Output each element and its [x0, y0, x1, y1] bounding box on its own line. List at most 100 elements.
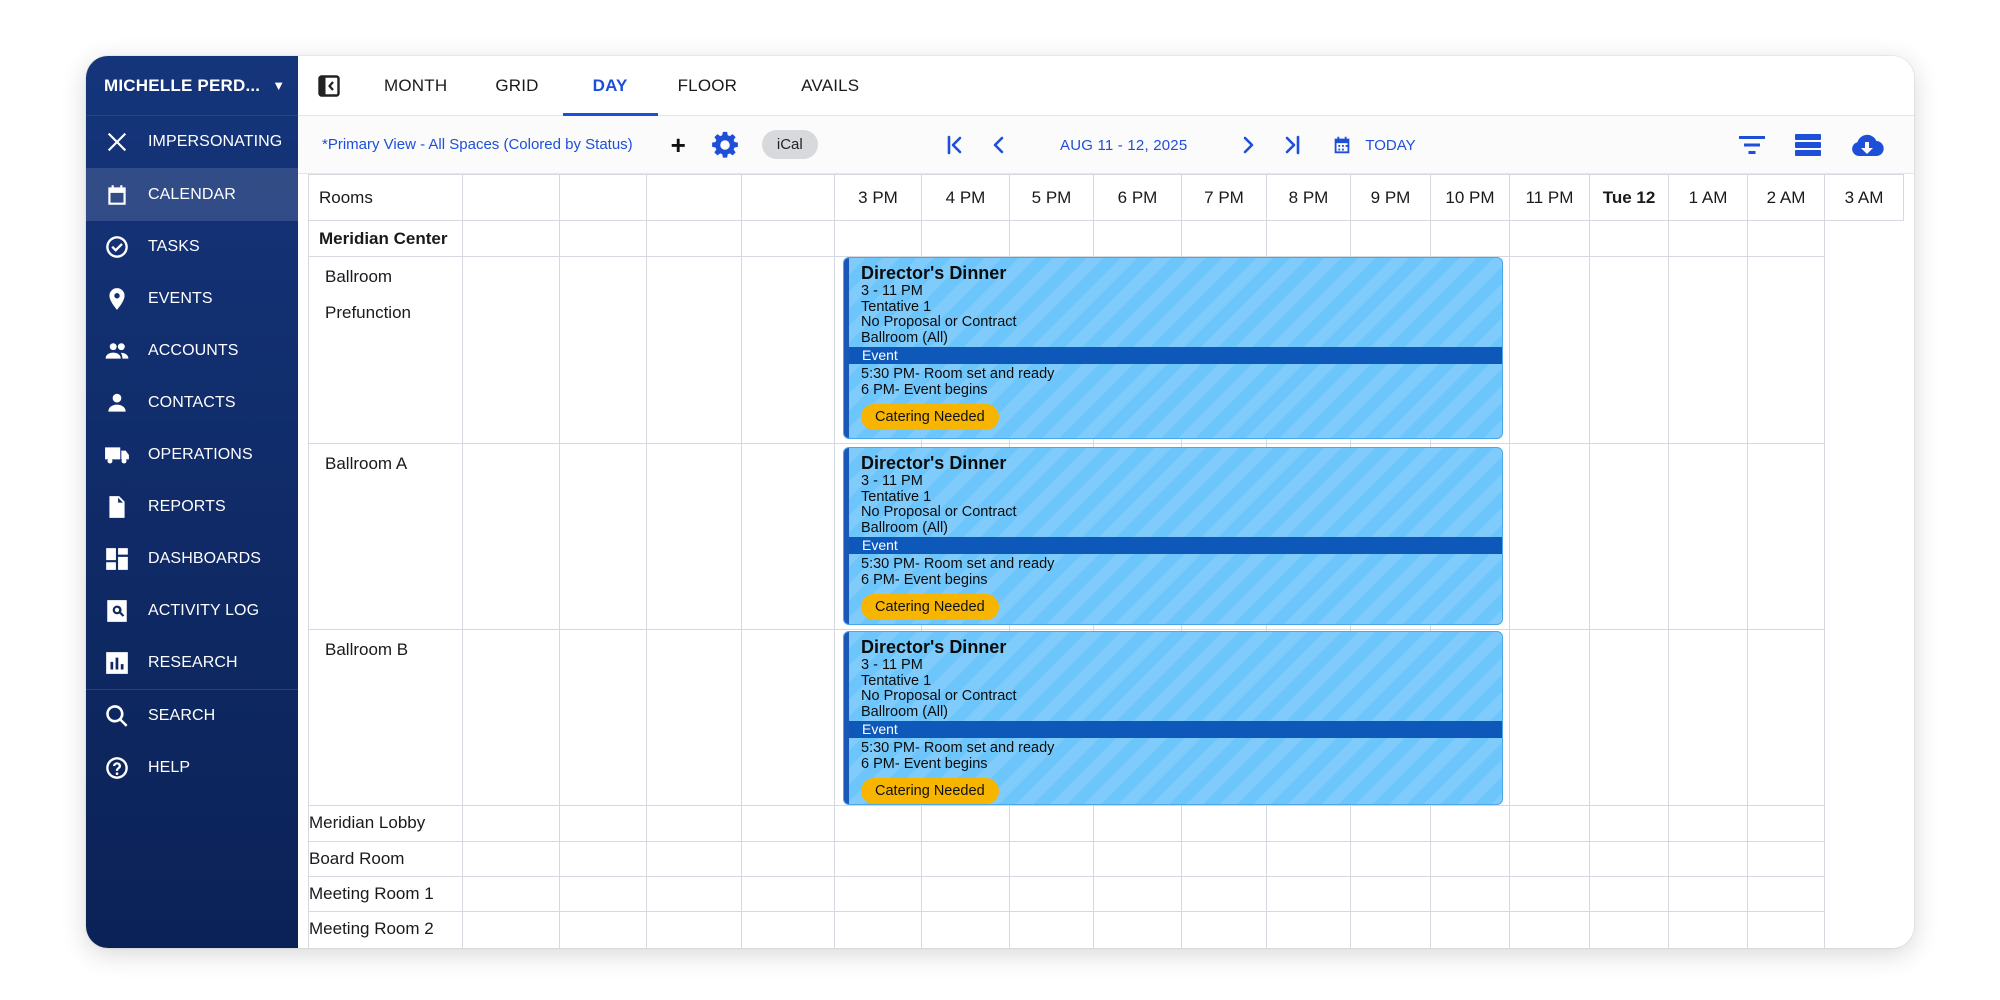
event-card[interactable]: Director's Dinner 3 - 11 PM Tentative 1 …	[844, 258, 1502, 438]
view-tabs-bar: MONTH GRID DAY FLOOR AVAILS	[298, 56, 1914, 116]
table-row[interactable]: Meridian Lobby	[308, 805, 1904, 842]
room-label: Ballroom A	[308, 443, 463, 630]
user-name: MICHELLE PERD...	[104, 75, 261, 95]
event-time: 3 - 11 PM	[861, 473, 923, 489]
catering-badge: Catering Needed	[861, 778, 999, 804]
add-button[interactable]: +	[671, 132, 686, 158]
main-panel: MONTH GRID DAY FLOOR AVAILS *Primary Vie…	[298, 56, 1914, 948]
calendar-icon	[1335, 136, 1350, 154]
time-header	[741, 174, 835, 221]
filter-button[interactable]	[1738, 133, 1766, 157]
event-contract: No Proposal or Contract	[861, 688, 1017, 704]
sidebar-item-operations[interactable]: OPERATIONS	[86, 429, 298, 481]
event-status: Tentative 1	[861, 672, 932, 689]
catering-badge: Catering Needed	[861, 594, 999, 620]
event-note: 5:30 PM- Room set and ready	[861, 556, 1055, 572]
table-row[interactable]: Meeting Room 1	[308, 876, 1904, 912]
ical-button[interactable]: iCal	[761, 130, 818, 159]
sidebar-item-tasks[interactable]: TASKS	[86, 221, 298, 273]
event-contract: No Proposal or Contract	[861, 504, 1017, 520]
last-page-button[interactable]	[1275, 128, 1309, 162]
next-button[interactable]	[1231, 128, 1265, 162]
view-selector[interactable]: *Primary View - All Spaces (Colored by S…	[322, 136, 633, 153]
tab-month[interactable]: MONTH	[360, 56, 471, 115]
calendar-grid: Rooms 3 PM 4 PM 5 PM 6 PM 7 PM 8 PM 9 PM…	[308, 174, 1904, 948]
sidebar-item-label: EVENTS	[148, 290, 213, 307]
time-header	[646, 174, 742, 221]
time-header	[559, 174, 647, 221]
event-note: 5:30 PM- Room set and ready	[861, 366, 1055, 382]
table-row[interactable]: Board Room	[308, 841, 1904, 877]
document-icon	[102, 492, 132, 522]
room-label: Ballroom B	[308, 629, 463, 806]
event-contract: No Proposal or Contract	[861, 314, 1017, 330]
time-header: 11 PM	[1509, 174, 1590, 221]
time-header: 3 AM	[1824, 174, 1904, 221]
gear-icon	[711, 131, 738, 158]
time-header: 1 AM	[1668, 174, 1748, 221]
time-header: 8 PM	[1266, 174, 1351, 221]
sidebar-item-label: REPORTS	[148, 498, 226, 515]
sidebar-item-dashboards[interactable]: DASHBOARDS	[86, 533, 298, 585]
sidebar-item-calendar[interactable]: CALENDAR	[86, 169, 298, 221]
sidebar-item-help[interactable]: HELP	[86, 742, 298, 794]
tab-day[interactable]: DAY	[562, 56, 658, 116]
sidebar-item-label: IMPERSONATING	[148, 133, 283, 150]
list-view-button[interactable]	[1794, 133, 1822, 157]
event-title: Director's Dinner	[861, 453, 1007, 473]
first-page-icon	[947, 135, 962, 155]
room-label: Board Room	[308, 841, 463, 877]
sidebar-item-label: ACCOUNTS	[148, 342, 239, 359]
truck-icon	[102, 440, 132, 470]
calendar-icon	[102, 180, 132, 210]
collapse-sidebar-button[interactable]	[298, 56, 360, 115]
rooms-column-header: Rooms	[308, 174, 463, 221]
sidebar-item-research[interactable]: RESEARCH	[86, 637, 298, 689]
sidebar-item-contacts[interactable]: CONTACTS	[86, 377, 298, 429]
sidebar-item-search[interactable]: SEARCH	[86, 690, 298, 742]
sidebar-item-accounts[interactable]: ACCOUNTS	[86, 325, 298, 377]
sidebar-item-label: ACTIVITY LOG	[148, 602, 260, 619]
event-title: Director's Dinner	[861, 263, 1007, 283]
list-view-icon	[1795, 134, 1821, 156]
event-card[interactable]: Director's Dinner 3 - 11 PM Tentative 1 …	[844, 632, 1502, 804]
sidebar-item-label: CALENDAR	[148, 186, 236, 203]
tab-grid[interactable]: GRID	[471, 56, 562, 115]
time-header: 7 PM	[1181, 174, 1267, 221]
time-header	[462, 174, 560, 221]
bar-chart-icon	[102, 648, 132, 678]
help-icon	[102, 753, 132, 783]
tab-avails[interactable]: AVAILS	[761, 56, 883, 115]
time-header: 3 PM	[834, 174, 922, 221]
time-header-row: Rooms 3 PM 4 PM 5 PM 6 PM 7 PM 8 PM 9 PM…	[308, 174, 1904, 221]
today-label: TODAY	[1365, 136, 1416, 154]
sidebar-item-events[interactable]: EVENTS	[86, 273, 298, 325]
time-header: 9 PM	[1350, 174, 1431, 221]
room-label: Meeting Room 1	[308, 876, 463, 912]
date-range-label[interactable]: AUG 11 - 12, 2025	[1060, 137, 1187, 154]
event-note: 5:30 PM- Room set and ready	[861, 740, 1055, 756]
sidebar-item-label: DASHBOARDS	[148, 550, 262, 567]
table-row[interactable]: Meeting Room 2	[308, 911, 1904, 948]
time-header: 2 AM	[1747, 174, 1825, 221]
cloud-download-icon	[1852, 134, 1884, 157]
tab-floor[interactable]: FLOOR	[658, 56, 762, 115]
event-status: Tentative 1	[861, 488, 932, 505]
sidebar-item-activity-log[interactable]: ACTIVITY LOG	[86, 585, 298, 637]
previous-button[interactable]	[982, 128, 1016, 162]
day-header: Tue 12	[1589, 174, 1669, 221]
settings-button[interactable]	[710, 130, 740, 160]
sidebar-item-impersonating[interactable]: IMPERSONATING	[86, 116, 298, 168]
caret-down-icon: ▼	[272, 78, 286, 93]
room-label: Ballroom Prefunction	[308, 256, 463, 444]
catering-badge: Catering Needed	[861, 404, 999, 430]
event-card[interactable]: Director's Dinner 3 - 11 PM Tentative 1 …	[844, 448, 1502, 624]
event-time: 3 - 11 PM	[861, 283, 923, 299]
collapse-panel-icon	[318, 74, 340, 97]
room-label: Meridian Lobby	[308, 805, 463, 842]
user-menu[interactable]: MICHELLE PERD... ▼	[86, 56, 298, 116]
download-button[interactable]	[1850, 132, 1884, 158]
first-page-button[interactable]	[938, 128, 972, 162]
sidebar-item-reports[interactable]: REPORTS	[86, 481, 298, 533]
today-button[interactable]: TODAY	[1331, 134, 1416, 156]
